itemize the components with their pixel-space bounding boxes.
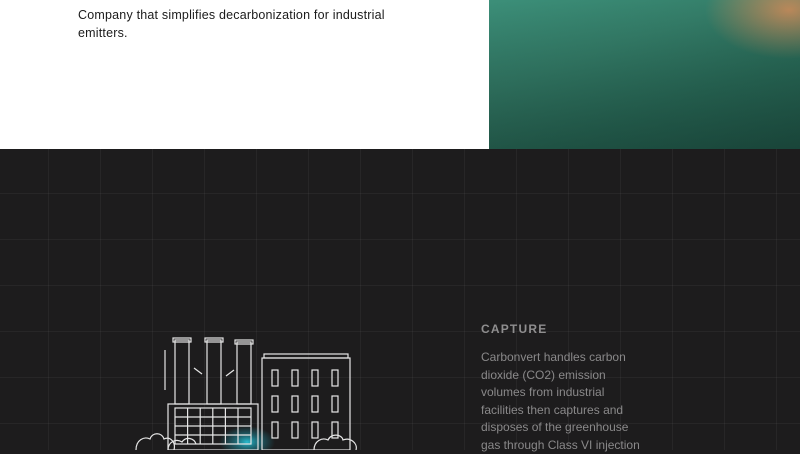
photo-shade — [489, 0, 800, 149]
factory-icon — [135, 337, 357, 450]
intro-text: Company that simplifies decarbonization … — [78, 7, 385, 40]
capture-heading: CAPTURE — [481, 322, 548, 336]
capture-glow — [219, 426, 275, 450]
aerial-photo — [489, 0, 800, 149]
capture-section — [0, 149, 800, 450]
intro-section: Company that simplifies decarbonization … — [0, 0, 800, 149]
capture-description: Carbonvert handles carbon dioxide (CO2) … — [481, 350, 640, 452]
